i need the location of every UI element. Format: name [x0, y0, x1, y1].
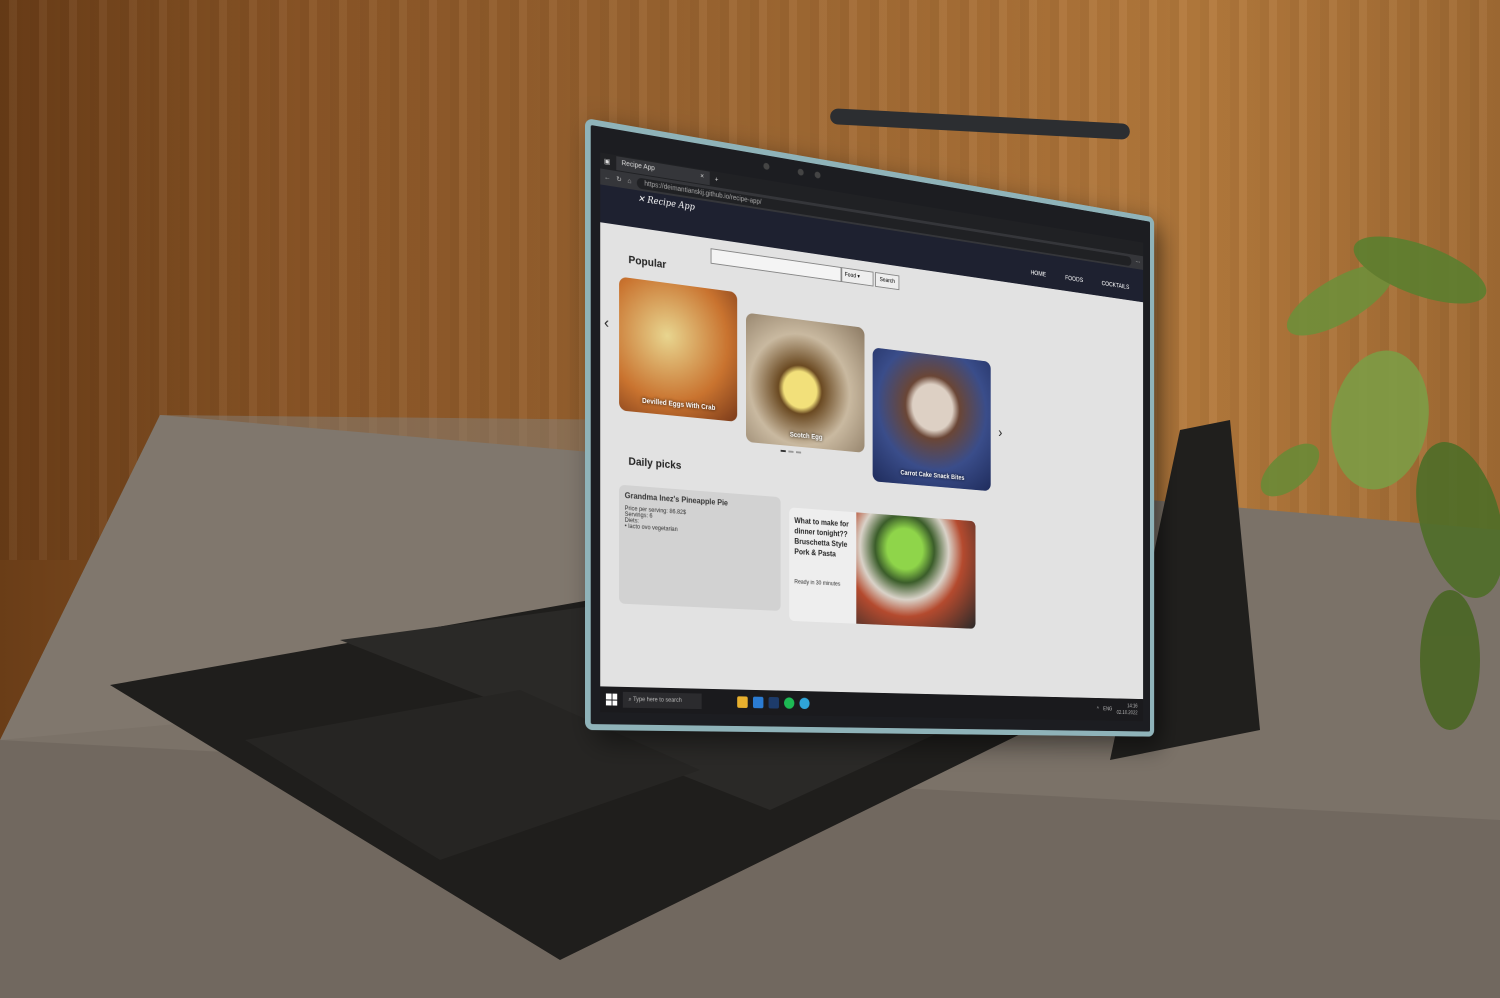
carousel-prev-icon[interactable]: ‹ [604, 314, 609, 333]
popular-heading: Popular [628, 254, 666, 271]
featured-line2: Bruschetta Style Pork & Pasta [794, 536, 853, 560]
arrow-left-icon[interactable]: ← [604, 174, 611, 182]
photoshop-icon[interactable] [769, 697, 779, 709]
camera-icon [763, 162, 769, 170]
nav-foods[interactable]: FOODS [1065, 275, 1083, 284]
carousel-card[interactable]: Scotch Egg [746, 313, 865, 453]
vscode-icon[interactable] [753, 697, 763, 709]
site-logo[interactable]: ✕ Recipe App [638, 194, 695, 213]
taskbar-apps [737, 696, 809, 709]
carousel-card[interactable]: Devilled Eggs With Crab [619, 277, 737, 422]
new-tab-icon[interactable]: + [715, 176, 719, 183]
chevron-up-icon[interactable]: ^ [1097, 707, 1099, 712]
featured-recipe-card[interactable]: What to make for dinner tonight?? Brusch… [789, 507, 975, 629]
web-page: ✕ Recipe App HOME FOODS COCKTAILS Food ▾… [600, 184, 1143, 699]
daily-pick-card[interactable]: Grandma Inez's Pineapple Pie Price per s… [619, 485, 781, 611]
card-caption: Devilled Eggs With Crab [619, 395, 737, 414]
lang-indicator[interactable]: ENG [1103, 707, 1112, 712]
type-select-value: Food [845, 272, 856, 279]
nav-home[interactable]: HOME [1031, 270, 1047, 279]
carousel-card[interactable]: Carrot Cake Snack Bites [873, 347, 991, 491]
system-tray: ^ ENG 14:16 02.10.2022 [1097, 702, 1138, 717]
close-icon[interactable]: × [700, 170, 704, 184]
display: ▣ Recipe App × + ← ↻ ⌂ https://deimantia… [600, 153, 1143, 722]
clock-date: 02.10.2022 [1117, 710, 1138, 717]
site-menu: HOME FOODS COCKTAILS [1031, 270, 1130, 291]
tablet-device: ▣ Recipe App × + ← ↻ ⌂ https://deimantia… [585, 118, 1154, 737]
tab-actions-icon[interactable]: ▣ [604, 157, 610, 166]
windows-icon[interactable] [606, 693, 617, 705]
camera-icon [815, 171, 821, 179]
home-icon[interactable]: ⌂ [627, 177, 631, 185]
taskbar-search[interactable]: ⌕ Type here to search [623, 692, 702, 709]
taskbar-search-text: Type here to search [633, 697, 682, 704]
featured-recipe-title: What to make for dinner tonight?? Brusch… [794, 515, 853, 560]
file-explorer-icon[interactable] [737, 696, 748, 708]
card-caption: Scotch Egg [746, 428, 865, 446]
search-icon: ⌕ [628, 697, 631, 703]
carousel-dot[interactable] [781, 450, 786, 452]
refresh-icon[interactable]: ↻ [616, 175, 622, 184]
carousel-dots [781, 450, 801, 454]
logo-text: Recipe App [647, 196, 694, 213]
spotify-icon[interactable] [784, 697, 794, 709]
featured-recipe-image [856, 512, 975, 628]
stylus-pen [830, 108, 1130, 140]
featured-ready-time: Ready in 30 minutes [794, 579, 840, 587]
daily-picks-heading: Daily picks [628, 456, 681, 472]
carousel-dot[interactable] [796, 451, 801, 453]
camera-icon [798, 168, 804, 176]
nav-cocktails[interactable]: COCKTAILS [1102, 281, 1130, 291]
card-caption: Carrot Cake Snack Bites [873, 467, 991, 484]
menu-icon[interactable]: ⋯ [1135, 258, 1140, 266]
clock[interactable]: 14:16 02.10.2022 [1117, 703, 1138, 717]
type-select[interactable]: Food ▾ [841, 267, 873, 286]
carousel-next-icon[interactable]: › [998, 425, 1002, 441]
carousel-dot[interactable] [788, 451, 793, 453]
search-button[interactable]: Search [875, 272, 899, 290]
edge-icon[interactable] [799, 698, 809, 710]
